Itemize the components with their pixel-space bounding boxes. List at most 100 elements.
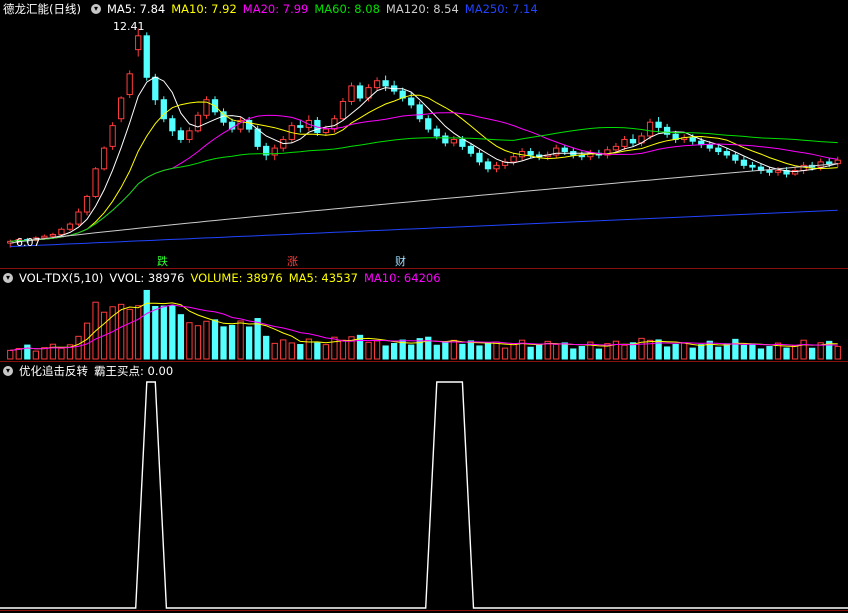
candle-body [118, 97, 125, 120]
volume-bar [501, 347, 509, 360]
candle-body [169, 118, 176, 132]
volume-bar [83, 322, 91, 360]
candle-body [177, 130, 185, 140]
volume-bar [41, 347, 48, 360]
candle-body [476, 152, 483, 163]
candle-body [348, 85, 355, 102]
volume-bar [681, 342, 688, 360]
buy-point-line [0, 381, 848, 609]
volume-bar [365, 341, 372, 360]
volume-bar [160, 305, 167, 360]
candle-body [100, 147, 108, 170]
volume-bar [510, 343, 517, 360]
volume-bar [638, 337, 645, 360]
bottom-border [0, 610, 848, 611]
volume-bar [467, 340, 475, 360]
candle-body [382, 80, 389, 87]
volume-bar [698, 344, 705, 360]
candle-body [732, 154, 739, 161]
volume-bar [476, 345, 483, 360]
volume-bar [186, 322, 193, 360]
candle-body [186, 130, 193, 140]
volume-bar [536, 344, 543, 360]
volume-bar [339, 339, 347, 360]
candle-body [373, 80, 381, 89]
indicator-chart[interactable] [0, 362, 848, 613]
candle-body [723, 151, 730, 156]
volume-bar [126, 308, 133, 360]
candle-body [459, 138, 466, 147]
candle-body [297, 125, 304, 128]
volume-bar [135, 305, 142, 360]
volume-bar [527, 346, 534, 360]
candle-body [510, 156, 517, 163]
volume-bar [433, 344, 440, 360]
candle-body [442, 135, 449, 144]
volume-bar [237, 320, 244, 360]
candle-body [612, 145, 620, 151]
mark-zhang: 涨 [287, 255, 298, 268]
candle-body [41, 235, 48, 239]
price-panel[interactable]: 德龙汇能(日线) ▾ MA5: 7.84 MA10: 7.92 MA20: 7.… [0, 0, 848, 268]
candle-body [356, 85, 364, 99]
candle-body [834, 159, 841, 165]
volume-bar [766, 346, 773, 360]
volume-chart[interactable] [0, 269, 848, 361]
volume-bar [390, 343, 398, 360]
volume-bar [723, 343, 730, 360]
volume-bar [595, 348, 603, 360]
candle-body [83, 195, 91, 213]
candle-body [322, 128, 330, 134]
volume-bar [629, 342, 637, 360]
volume-bar [288, 342, 295, 360]
candle-body [194, 114, 202, 132]
volume-bar [263, 335, 270, 360]
volume-bar [7, 349, 14, 360]
volume-bar [450, 339, 458, 360]
price-chart[interactable] [0, 0, 848, 268]
candle-body [715, 147, 722, 153]
volume-bar [245, 326, 253, 360]
volume-bar [459, 343, 466, 360]
volume-bar [493, 341, 500, 360]
volume-bar [203, 320, 210, 360]
volume-bar [322, 344, 330, 360]
candle-body [58, 228, 65, 235]
candle-body [629, 138, 637, 144]
volume-bar [834, 345, 841, 360]
candle-body [621, 138, 628, 147]
low-price-label: 6.07 [16, 236, 41, 249]
volume-bar [118, 303, 125, 360]
indicator-panel[interactable]: ▾ 优化追击反转 霸王买点: 0.00 [0, 362, 848, 613]
candle-body [66, 223, 74, 230]
candle-body [655, 121, 662, 128]
volume-bar [32, 350, 40, 360]
candle-body [766, 170, 773, 173]
volume-bar [194, 325, 202, 360]
candle-body [126, 73, 133, 96]
volume-bar [808, 347, 816, 360]
volume-bar [484, 343, 492, 360]
volume-bar [442, 341, 449, 360]
volume-bar [211, 319, 219, 360]
volume-bar [143, 289, 150, 360]
volume-bar [578, 346, 585, 360]
mark-cai: 财 [395, 255, 406, 268]
volume-bar [228, 324, 236, 360]
volume-bar [314, 342, 321, 360]
candle-body [450, 138, 458, 144]
volume-bar [416, 338, 423, 360]
volume-bar [791, 345, 799, 360]
candle-body [561, 147, 568, 153]
mark-die: 跌 [157, 255, 168, 268]
volume-bar [740, 344, 748, 360]
candle-body [416, 104, 423, 120]
volume-bar [570, 348, 577, 360]
volume-panel[interactable]: ▾ VOL-TDX(5,10) VVOL: 38976 VOLUME: 3897… [0, 269, 848, 361]
volume-bar [689, 347, 696, 360]
volume-bar [749, 343, 756, 360]
volume-bar [783, 347, 790, 360]
volume-bar [800, 339, 807, 360]
candle-body [774, 170, 782, 173]
volume-ma10-line [10, 304, 838, 351]
